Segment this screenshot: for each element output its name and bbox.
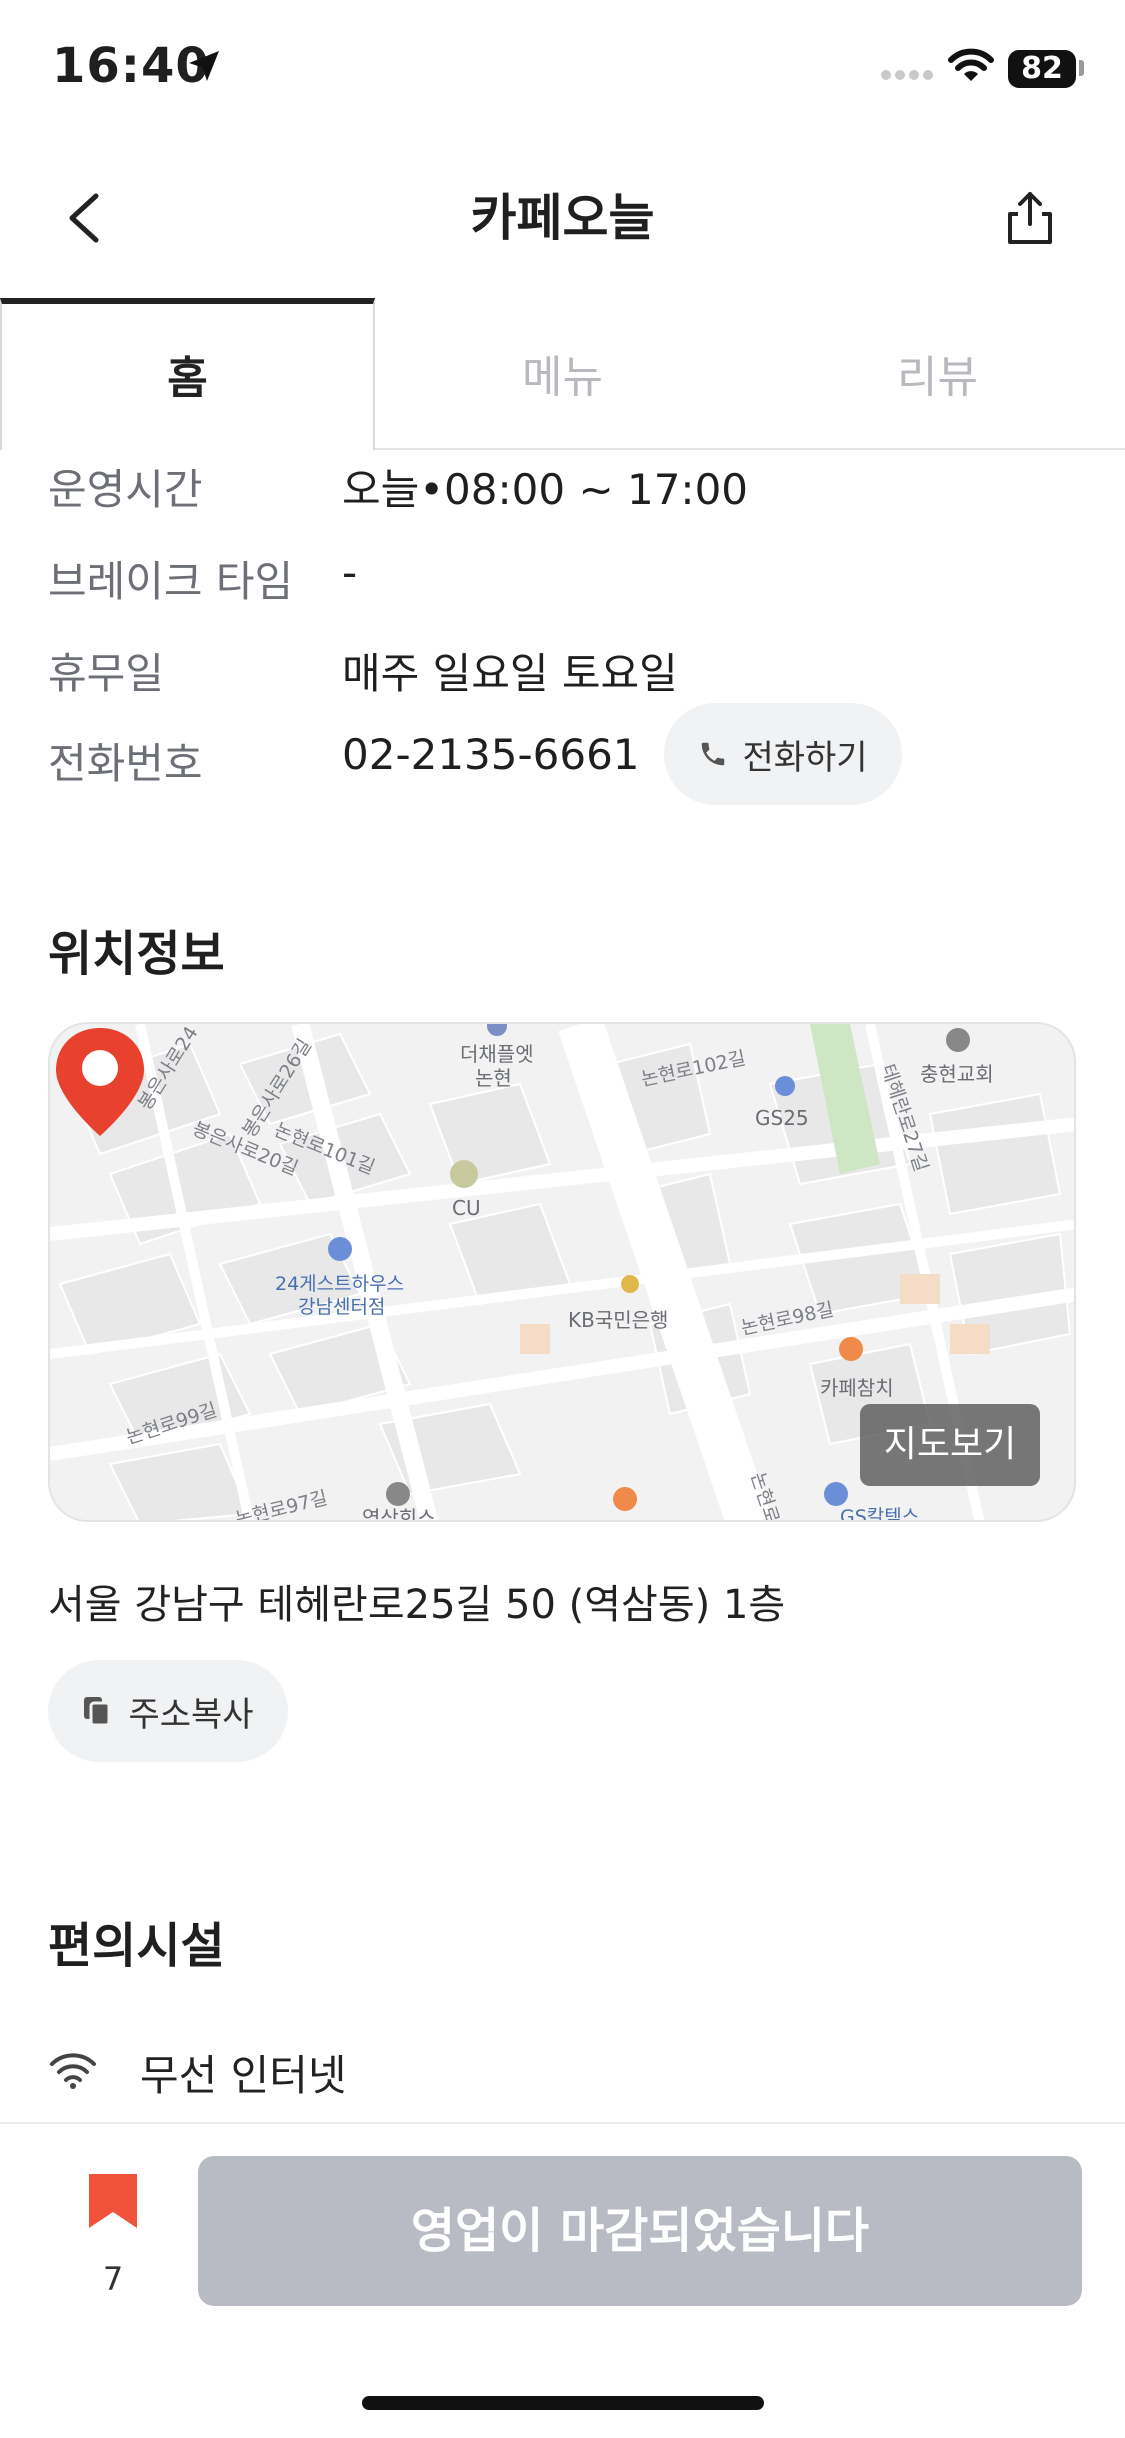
bottom-action-bar: 7 영업이 마감되었습니다 (0, 2122, 1125, 2438)
address-text: 서울 강남구 테헤란로25길 50 (역삼동) 1층 (48, 1582, 786, 1628)
break-label: 브레이크 타임 (48, 557, 294, 606)
map-label: 논현 (475, 1066, 512, 1090)
phone-icon (702, 742, 725, 766)
phone-label: 전화번호 (48, 739, 203, 788)
hours-label: 운영시간 (48, 465, 203, 514)
copy-icon (84, 1697, 111, 1727)
wifi-icon (50, 2053, 96, 2089)
map-label: CU (452, 1196, 481, 1220)
wifi-status-icon (948, 48, 994, 81)
copy-address-label: 주소복사 (128, 1694, 254, 1735)
closed-days-label: 휴무일 (48, 649, 164, 698)
call-button[interactable]: 전화하기 (664, 703, 902, 805)
info-row-hours: 운영시간 오늘•08:00 ~ 17:00 (48, 456, 1078, 526)
tab-bar: 홈 메뉴 리뷰 (0, 298, 1125, 450)
battery-tip (1079, 60, 1084, 76)
map-label: 카페참치 (820, 1376, 894, 1400)
tab-home[interactable]: 홈 (0, 298, 375, 450)
map-label: KB국민은행 (568, 1308, 669, 1332)
view-map-button[interactable]: 지도보기 (860, 1404, 1040, 1486)
bookmark-count: 7 (102, 2260, 124, 2298)
facilities-section-title: 편의시설 (48, 1918, 225, 1974)
map-label: GS25 (755, 1106, 809, 1130)
battery-indicator: 82 (1008, 50, 1076, 88)
info-row-break: 브레이크 타임 - (48, 548, 1078, 618)
info-row-closed-days: 휴무일 매주 일요일 토요일 (48, 640, 1078, 710)
map-label: GS칼텍스 (840, 1506, 920, 1522)
map-label: 충현교회 (920, 1062, 994, 1086)
share-icon[interactable] (1000, 188, 1060, 248)
home-indicator (362, 2396, 764, 2410)
facility-item: 무선 인터넷 (48, 2042, 648, 2102)
location-section-title: 위치정보 (48, 926, 225, 982)
facility-label: 무선 인터넷 (140, 2051, 347, 2100)
bookmark-button[interactable]: 7 (68, 2172, 158, 2298)
closed-days-value: 매주 일요일 토요일 (342, 649, 678, 698)
hours-value: 오늘•08:00 ~ 17:00 (342, 465, 749, 514)
signal-icon (881, 70, 933, 80)
break-value: - (342, 548, 358, 597)
page-title: 카페오늘 (470, 189, 655, 247)
navigation-header: 카페오늘 (0, 140, 1125, 290)
copy-address-button[interactable]: 주소복사 (48, 1660, 288, 1762)
business-closed-button[interactable]: 영업이 마감되었습니다 (198, 2156, 1082, 2306)
location-map[interactable]: 더채플엣 논현 논현로102길 GS25 충현교회 봉은사로24 봉은사로26길… (48, 1022, 1076, 1522)
tab-reviews[interactable]: 리뷰 (750, 298, 1125, 448)
status-bar: 16:40 82 (0, 0, 1125, 140)
tab-menu[interactable]: 메뉴 (375, 298, 750, 448)
info-row-phone: 전화번호 02-2135-6661 (48, 730, 1078, 800)
location-arrow-icon (189, 51, 219, 81)
call-button-label: 전화하기 (742, 737, 868, 778)
phone-value: 02-2135-6661 (342, 730, 640, 779)
map-label: 강남센터점 (298, 1296, 386, 1318)
bookmark-icon (89, 2174, 137, 2228)
map-label: 역삼회스 (362, 1506, 436, 1522)
location-pin-icon (56, 1028, 144, 1136)
